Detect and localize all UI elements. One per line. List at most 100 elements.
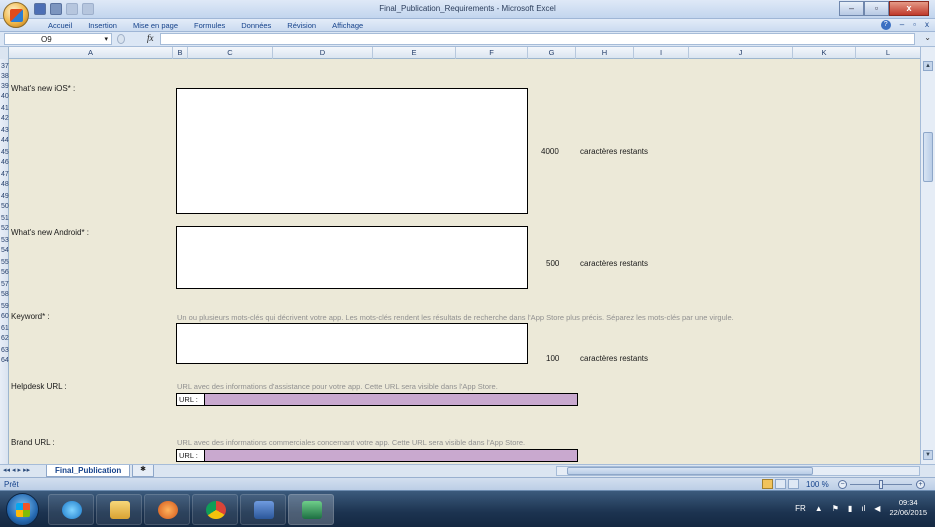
flag-icon[interactable]: ⚑ — [832, 504, 839, 513]
show-hidden-icons-icon[interactable]: ▲ — [815, 504, 823, 513]
row-header[interactable]: 37 — [0, 63, 9, 70]
row-header[interactable]: 46 — [0, 159, 9, 166]
volume-icon[interactable]: ◀ — [874, 504, 880, 513]
maximize-button[interactable]: ▫ — [864, 1, 889, 16]
normal-view-icon[interactable] — [762, 479, 773, 489]
column-header-h[interactable]: H — [576, 47, 634, 59]
name-box[interactable]: O9 ▾ — [4, 33, 112, 45]
helpdesk-url-field[interactable]: URL : — [176, 393, 578, 406]
row-header[interactable]: 47 — [0, 171, 9, 178]
tab-formules[interactable]: Formules — [194, 21, 225, 30]
zoom-out-icon[interactable]: − — [838, 480, 847, 489]
row-header[interactable]: 64 — [0, 357, 9, 364]
office-button[interactable] — [3, 2, 29, 28]
tab-insertion[interactable]: Insertion — [88, 21, 117, 30]
signal-icon[interactable]: ıl — [861, 504, 865, 513]
whats-new-android-textbox[interactable] — [176, 226, 528, 289]
insert-function-icon[interactable]: fx — [147, 33, 154, 43]
row-header[interactable]: 60 — [0, 313, 9, 320]
tab-donnees[interactable]: Données — [241, 21, 271, 30]
scroll-down-icon[interactable]: ▼ — [923, 450, 933, 460]
next-sheet-icon[interactable]: ▸ — [18, 466, 22, 474]
help-icon[interactable]: ? — [880, 20, 891, 30]
column-header-a[interactable]: A — [9, 47, 173, 59]
horizontal-scroll-thumb[interactable] — [567, 467, 813, 475]
expand-formula-bar-icon[interactable]: ⌄ — [924, 33, 931, 42]
row-header[interactable]: 53 — [0, 237, 9, 244]
row-header[interactable]: 55 — [0, 259, 9, 266]
tab-revision[interactable]: Révision — [287, 21, 316, 30]
brand-url-field[interactable]: URL : — [176, 449, 578, 462]
column-header-e[interactable]: E — [373, 47, 456, 59]
formula-input[interactable] — [160, 33, 915, 45]
taskbar-file-explorer[interactable] — [96, 494, 142, 525]
tab-accueil[interactable]: Accueil — [48, 21, 72, 30]
row-header[interactable]: 59 — [0, 303, 9, 310]
page-break-view-icon[interactable] — [788, 479, 799, 489]
row-header[interactable]: 40 — [0, 93, 9, 100]
taskbar-internet-explorer[interactable] — [48, 494, 94, 525]
taskbar-chrome[interactable] — [192, 494, 238, 525]
row-header[interactable]: 39 — [0, 83, 9, 90]
worksheet-grid[interactable]: A B C D E F G H I J K L 37 38 39 40 41 4… — [0, 47, 920, 464]
insert-sheet-icon[interactable]: ✱ — [132, 465, 154, 477]
row-header[interactable]: 63 — [0, 347, 9, 354]
prev-sheet-icon[interactable]: ◂ — [12, 466, 16, 474]
row-header[interactable]: 50 — [0, 203, 9, 210]
whats-new-ios-textbox[interactable] — [176, 88, 528, 214]
row-header[interactable]: 62 — [0, 335, 9, 342]
vertical-scrollbar[interactable]: ▲ ▼ — [920, 47, 935, 464]
start-button[interactable] — [6, 493, 39, 526]
column-header-f[interactable]: F — [456, 47, 528, 59]
tab-affichage[interactable]: Affichage — [332, 21, 363, 30]
horizontal-scrollbar[interactable] — [556, 466, 920, 476]
select-all-corner[interactable] — [0, 47, 9, 59]
column-header-c[interactable]: C — [188, 47, 273, 59]
language-indicator[interactable]: FR — [795, 504, 806, 513]
taskbar-media-player[interactable] — [144, 494, 190, 525]
column-header-k[interactable]: K — [793, 47, 856, 59]
taskbar-excel[interactable] — [288, 494, 334, 525]
row-header[interactable]: 48 — [0, 181, 9, 188]
column-header-i[interactable]: I — [634, 47, 689, 59]
keyword-textbox[interactable] — [176, 323, 528, 364]
row-header[interactable]: 52 — [0, 225, 9, 232]
row-header[interactable]: 44 — [0, 137, 9, 144]
zoom-level[interactable]: 100 % — [806, 480, 829, 489]
column-header-j[interactable]: J — [689, 47, 793, 59]
workbook-restore-button[interactable]: ▫ — [913, 20, 916, 30]
column-header-l[interactable]: L — [856, 47, 920, 59]
clock[interactable]: 09:34 22/06/2015 — [889, 498, 927, 518]
tab-mise-en-page[interactable]: Mise en page — [133, 21, 178, 30]
formula-zoom-icon[interactable] — [117, 34, 125, 44]
zoom-slider-knob[interactable] — [879, 480, 883, 489]
row-header[interactable]: 54 — [0, 247, 9, 254]
row-header[interactable]: 41 — [0, 105, 9, 112]
last-sheet-icon[interactable]: ▸▸ — [23, 466, 30, 474]
row-header[interactable]: 57 — [0, 281, 9, 288]
row-header[interactable]: 43 — [0, 127, 9, 134]
network-icon[interactable]: ▮ — [848, 504, 852, 513]
taskbar-word[interactable] — [240, 494, 286, 525]
row-header[interactable]: 49 — [0, 193, 9, 200]
vertical-scroll-thumb[interactable] — [923, 132, 933, 182]
row-header[interactable]: 38 — [0, 73, 9, 80]
row-header[interactable]: 58 — [0, 291, 9, 298]
page-layout-view-icon[interactable] — [775, 479, 786, 489]
chevron-down-icon[interactable]: ▾ — [104, 34, 108, 45]
first-sheet-icon[interactable]: ◂◂ — [3, 466, 10, 474]
column-header-b[interactable]: B — [173, 47, 188, 59]
row-header[interactable]: 42 — [0, 115, 9, 122]
close-button[interactable]: x — [889, 1, 929, 16]
column-header-g[interactable]: G — [528, 47, 576, 59]
sheet-tab-final-publication[interactable]: Final_Publication — [46, 465, 131, 477]
scroll-up-icon[interactable]: ▲ — [923, 61, 933, 71]
workbook-minimize-button[interactable]: – — [900, 20, 904, 30]
row-header[interactable]: 56 — [0, 269, 9, 276]
workbook-close-button[interactable]: x — [925, 20, 929, 30]
row-header[interactable]: 45 — [0, 149, 9, 156]
minimize-button[interactable]: – — [839, 1, 864, 16]
row-header[interactable]: 61 — [0, 325, 9, 332]
zoom-in-icon[interactable]: + — [916, 480, 925, 489]
column-header-d[interactable]: D — [273, 47, 373, 59]
